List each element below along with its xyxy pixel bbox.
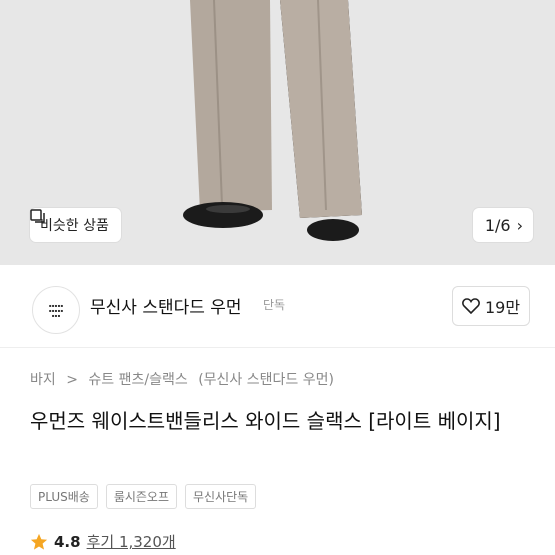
product-badges: PLUS배송 룸시즌오프 무신사단독	[30, 484, 257, 509]
brand-name[interactable]: 무신사 스탠다드 우먼	[90, 293, 242, 318]
badge-season-off: 룸시즌오프	[105, 484, 178, 509]
breadcrumb-item-slacks[interactable]: 슈트 팬츠/슬랙스	[88, 372, 187, 388]
image-counter[interactable]: 1/6 ›	[472, 208, 533, 242]
heart-icon	[462, 298, 480, 314]
product-title: 우먼즈 웨이스트밴들리스 와이드 슬랙스 [라이트 베이지]	[30, 409, 501, 433]
breadcrumb-separator: >	[66, 372, 78, 388]
rating-score: 4.8	[54, 532, 81, 551]
brand-logo-mark: ▪▪▪▪▪ ▪▪▪▪▪ ▪▪▪	[48, 302, 64, 318]
image-counter-text: 1/6	[484, 215, 511, 235]
chevron-right-icon: ›	[516, 215, 523, 235]
product-image[interactable]: 비슷한 상품 1/6 ›	[0, 0, 555, 265]
breadcrumb-item-brand[interactable]: (무신사 스탠다드 우먼)	[198, 372, 334, 388]
like-button[interactable]: 19만	[452, 286, 530, 326]
breadcrumb: 바지 > 슈트 팬츠/슬랙스 (무신사 스탠다드 우먼)	[30, 369, 340, 389]
rating-row: 4.8 후기 1,320개	[30, 531, 176, 552]
badge-exclusive: 무신사단독	[185, 484, 257, 509]
star-icon	[30, 533, 48, 550]
review-link[interactable]: 후기 1,320개	[87, 531, 176, 552]
like-count: 19만	[484, 298, 521, 317]
similar-products-label: 비슷한 상품	[40, 218, 109, 234]
brand-exclusive-tag: 단독	[263, 298, 286, 312]
similar-products-button[interactable]: 비슷한 상품	[30, 208, 121, 242]
similar-icon	[30, 209, 45, 223]
brand-logo[interactable]: ▪▪▪▪▪ ▪▪▪▪▪ ▪▪▪	[32, 286, 80, 334]
badge-plus-delivery: PLUS배송	[30, 484, 98, 509]
breadcrumb-item-pants[interactable]: 바지	[30, 372, 56, 388]
